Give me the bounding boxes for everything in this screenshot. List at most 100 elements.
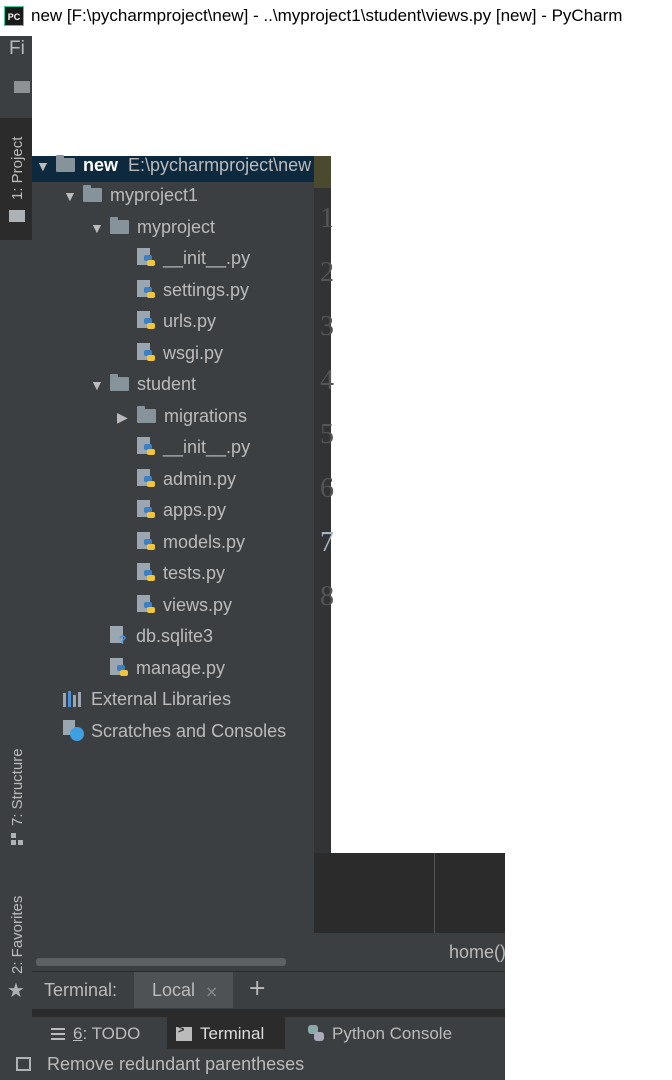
tree-item[interactable]: settings.py	[117, 275, 249, 305]
tree-item-label: Scratches and Consoles	[91, 720, 287, 741]
python-file-icon	[137, 437, 157, 457]
list-icon	[51, 1028, 65, 1040]
tree-item[interactable]: urls.py	[117, 306, 216, 336]
chevron-down-icon[interactable]: ▼	[36, 149, 56, 183]
folder-icon	[83, 185, 102, 202]
tab-project-label: 1: Project	[9, 136, 26, 200]
tree-item-label: wsgi.py	[163, 342, 224, 363]
tree-item-label: student	[137, 374, 197, 394]
tree-item[interactable]: ▶ migrations	[117, 401, 247, 431]
tree-item[interactable]: __init__.py	[117, 432, 250, 462]
folder-icon	[110, 374, 129, 391]
tree-item[interactable]: tests.py	[117, 558, 225, 588]
tree-item-label: models.py	[163, 531, 246, 552]
tab-structure[interactable]: 7: Structure	[9, 748, 26, 826]
terminal-icon	[176, 1024, 192, 1041]
tree-item[interactable]: manage.py	[90, 653, 225, 683]
python-file-icon	[137, 594, 157, 615]
tree-item[interactable]: External Libraries	[63, 684, 231, 714]
tab-python-console[interactable]: Python Console	[308, 1024, 452, 1044]
close-icon[interactable]: ×	[205, 982, 218, 1001]
unknown-file-icon: ?	[110, 626, 130, 646]
tree-item-label: __init__.py	[163, 248, 251, 268]
line-number: 4	[320, 365, 334, 396]
tree-item-label: admin.py	[163, 468, 237, 489]
tab-terminal[interactable]: Terminal	[176, 1024, 264, 1044]
python-file-icon	[137, 500, 157, 520]
terminal-content[interactable]	[32, 1009, 505, 1017]
python-file-icon	[137, 342, 157, 363]
menu-file[interactable]: Fi	[9, 38, 25, 60]
window-title: new [F:\pycharmproject\new] - ..\myproje…	[31, 6, 623, 25]
tree-item[interactable]: ▼ myproject	[90, 212, 215, 242]
horizontal-scrollbar[interactable]	[36, 958, 286, 966]
chevron-down-icon[interactable]: ▼	[90, 370, 110, 400]
tree-item-label: migrations	[164, 405, 248, 426]
tree-item-label: urls.py	[163, 311, 217, 331]
editor-area[interactable]	[331, 32, 672, 853]
terminal-tab-label: Local	[152, 980, 196, 1000]
toggle-tool-windows-icon[interactable]	[16, 1057, 31, 1071]
gutter-highlight	[314, 156, 331, 188]
tree-item-label: db.sqlite3	[136, 626, 214, 646]
pycharm-logo-icon: PC	[4, 6, 24, 26]
tab-todo[interactable]: 6: TODO	[51, 1024, 140, 1044]
chevron-right-icon[interactable]: ▶	[117, 402, 137, 432]
tree-item-label: manage.py	[136, 657, 226, 678]
folder-icon	[56, 155, 75, 172]
tree-item[interactable]: __init__.py	[117, 243, 250, 273]
root-path: E:\pycharmproject\new	[128, 155, 312, 175]
tree-item[interactable]: models.py	[117, 527, 245, 557]
tree-item[interactable]: admin.py	[117, 464, 236, 494]
tree-item[interactable]: wsgi.py	[117, 338, 223, 368]
terminal-tab-text: Terminal	[200, 1024, 265, 1043]
library-icon	[63, 691, 83, 707]
terminal-label: Terminal:	[44, 980, 118, 1000]
editor-divider	[434, 853, 435, 933]
chevron-down-icon[interactable]: ▼	[63, 181, 83, 211]
line-number: 6	[320, 473, 334, 504]
python-console-icon	[308, 1025, 324, 1041]
line-number: 8	[320, 581, 334, 612]
python-file-icon	[137, 531, 157, 552]
status-message: Remove redundant parentheses	[47, 1054, 305, 1074]
star-icon: ★	[7, 978, 25, 1002]
line-number: 2	[320, 257, 334, 288]
tree-item[interactable]: ▼ myproject1	[63, 180, 198, 210]
python-file-icon	[110, 657, 130, 678]
project-folder-icon	[9, 210, 25, 222]
line-number: 3	[320, 311, 334, 342]
open-folder-icon[interactable]	[14, 81, 30, 93]
python-file-icon	[137, 468, 157, 489]
editor-lower-area	[314, 853, 505, 933]
tree-item[interactable]: apps.py	[117, 495, 226, 525]
tree-item[interactable]: ? db.sqlite3	[90, 621, 213, 651]
tree-item-label: __init__.py	[163, 437, 251, 457]
python-file-icon	[137, 563, 157, 583]
python-file-icon	[137, 248, 157, 268]
tree-item[interactable]: views.py	[117, 590, 232, 620]
tree-item-label: tests.py	[163, 563, 226, 583]
chevron-down-icon[interactable]: ▼	[90, 213, 110, 243]
line-number: 5	[320, 419, 334, 450]
tree-item-label: settings.py	[163, 279, 250, 300]
tree-item[interactable]: Scratches and Consoles	[63, 716, 286, 746]
python-file-icon	[137, 279, 157, 300]
folder-icon	[110, 216, 129, 234]
root-name: new	[83, 155, 119, 175]
todo-label: : TODO	[82, 1024, 141, 1043]
tree-item-label: views.py	[163, 594, 233, 615]
tree-item-label: apps.py	[163, 500, 227, 520]
python-console-text: Python Console	[332, 1024, 453, 1043]
breadcrumb-item[interactable]: home()	[449, 942, 506, 963]
line-number: 1	[320, 203, 334, 234]
tab-favorites[interactable]: 2: Favorites	[9, 896, 26, 974]
tree-item-label: myproject1	[110, 185, 199, 205]
tree-root[interactable]: ▼ new E:\pycharmproject\new	[36, 148, 311, 182]
tree-item-label: myproject	[137, 216, 216, 237]
python-file-icon	[137, 311, 157, 331]
title-bar: PC new [F:\pycharmproject\new] - ..\mypr…	[0, 0, 672, 32]
tree-item-label: External Libraries	[91, 689, 232, 709]
add-terminal-button[interactable]: +	[248, 976, 266, 1001]
tree-item[interactable]: ▼ student	[90, 369, 196, 399]
